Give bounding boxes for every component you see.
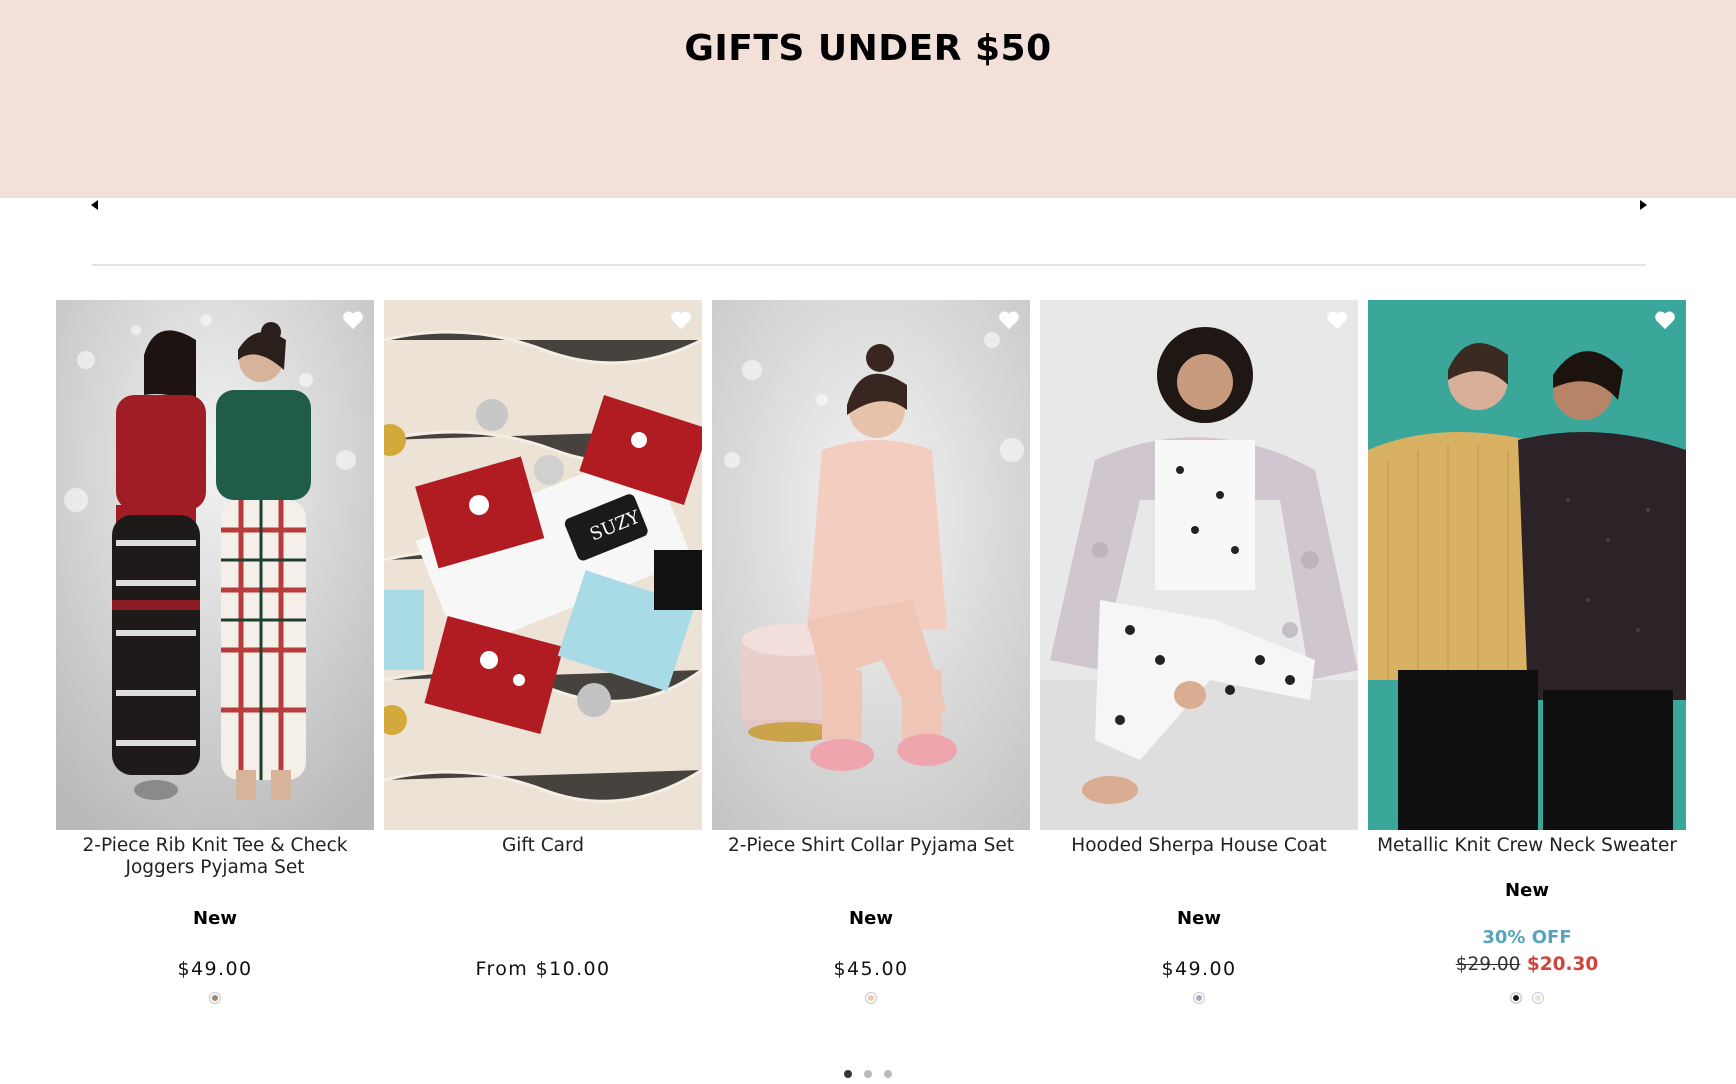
color-swatch[interactable] [1193, 992, 1205, 1004]
divider [92, 264, 1646, 266]
heart-icon[interactable] [1326, 310, 1348, 330]
product-price: $45.00 [833, 958, 909, 980]
product-name[interactable]: 2-Piece Rib Knit Tee & Check Joggers Pyj… [56, 835, 374, 879]
color-swatches [1368, 992, 1686, 1004]
product-image[interactable] [1368, 300, 1686, 830]
pagination-dot[interactable] [864, 1070, 872, 1078]
new-badge: New [1177, 908, 1221, 929]
color-swatches [56, 992, 374, 1004]
product-image[interactable] [56, 300, 374, 830]
product-name[interactable]: Gift Card [384, 835, 702, 857]
product-card[interactable]: 2-Piece Shirt Collar Pyjama Set New $45.… [712, 300, 1030, 1004]
chevron-left-icon [91, 200, 98, 210]
carousel-prev-button[interactable] [88, 198, 102, 212]
new-badge: New [193, 908, 237, 929]
carousel-pagination [844, 1070, 892, 1078]
product-card[interactable]: Hooded Sherpa House Coat New $49.00 [1040, 300, 1358, 1004]
page-title: GIFTS UNDER $50 [684, 28, 1052, 69]
sale-price: $20.30 [1526, 954, 1599, 975]
product-name[interactable]: Hooded Sherpa House Coat [1040, 835, 1358, 857]
color-swatch[interactable] [1532, 992, 1544, 1004]
product-image[interactable]: SUZY [384, 300, 702, 830]
color-swatch[interactable] [209, 992, 221, 1004]
heart-icon[interactable] [998, 310, 1020, 330]
heart-icon[interactable] [342, 310, 364, 330]
pagination-dot[interactable] [884, 1070, 892, 1078]
product-price: $49.00 [177, 958, 253, 980]
product-carousel: 2-Piece Rib Knit Tee & Check Joggers Pyj… [56, 300, 1686, 1004]
carousel-next-button[interactable] [1636, 198, 1650, 212]
chevron-right-icon [1640, 200, 1647, 210]
color-swatch[interactable] [865, 992, 877, 1004]
new-badge: New [849, 908, 893, 929]
heart-icon[interactable] [1654, 310, 1676, 330]
product-image[interactable] [1040, 300, 1358, 830]
product-card[interactable]: 2-Piece Rib Knit Tee & Check Joggers Pyj… [56, 300, 374, 1004]
product-name[interactable]: Metallic Knit Crew Neck Sweater [1368, 835, 1686, 857]
color-swatch[interactable] [1510, 992, 1522, 1004]
original-price: $29.00 [1455, 954, 1521, 975]
new-badge: New [1505, 880, 1549, 901]
product-card[interactable]: Metallic Knit Crew Neck Sweater New 30% … [1368, 300, 1686, 1004]
product-price: From $10.00 [475, 958, 611, 980]
color-swatches [712, 992, 1030, 1004]
color-swatches [1040, 992, 1358, 1004]
sale-price-line: $29.00 $20.30 [1368, 954, 1686, 975]
discount-label: 30% OFF [1482, 927, 1572, 948]
product-card[interactable]: SUZY Gift Card From $10.00 [384, 300, 702, 1000]
heart-icon[interactable] [670, 310, 692, 330]
product-price: $49.00 [1161, 958, 1237, 980]
pagination-dot[interactable] [844, 1070, 852, 1078]
product-name[interactable]: 2-Piece Shirt Collar Pyjama Set [712, 835, 1030, 857]
product-image[interactable] [712, 300, 1030, 830]
promo-banner: GIFTS UNDER $50 [0, 0, 1736, 198]
